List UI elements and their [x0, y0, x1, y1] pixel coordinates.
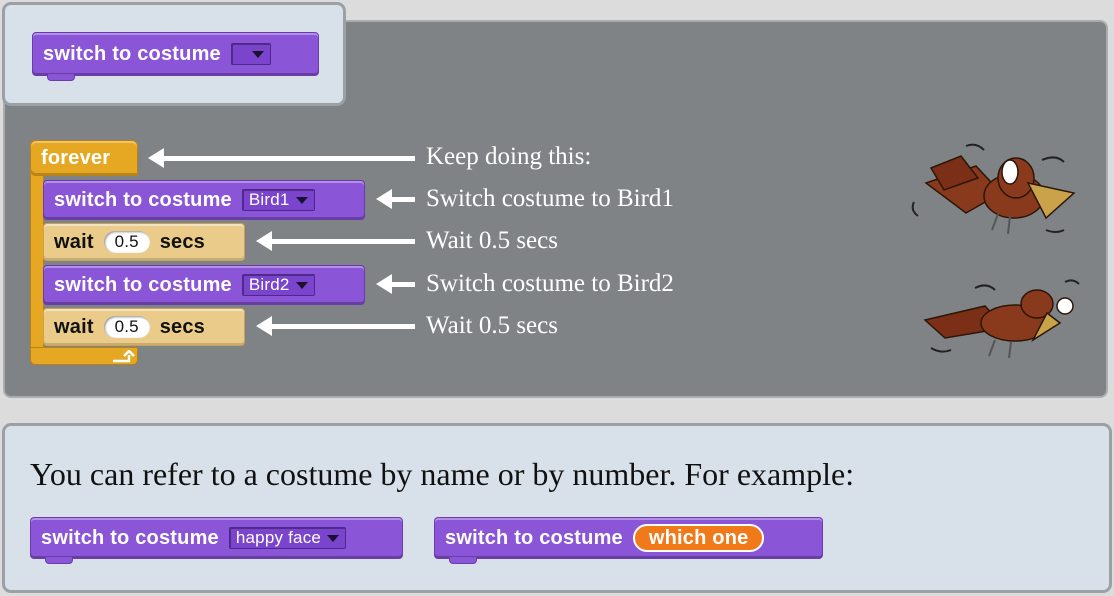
block-label: switch to costume — [41, 526, 219, 549]
block-notch — [45, 557, 73, 564]
forever-label: forever — [41, 146, 111, 169]
annotation-step1: Switch costume to Bird1 — [426, 185, 674, 212]
costume-dropdown[interactable] — [230, 43, 271, 65]
dropdown-arrow-icon — [251, 50, 264, 58]
forever-block[interactable]: forever — [30, 140, 138, 176]
annotation-step3: Switch costume to Bird2 — [426, 270, 674, 297]
switch-costume-bird2-block[interactable]: switch to costume Bird2 — [43, 265, 365, 305]
secs-label: secs — [159, 230, 205, 253]
block-label: switch to costume — [43, 42, 221, 65]
annotation-step4: Wait 0.5 secs — [426, 312, 558, 339]
dropdown-arrow-icon — [295, 281, 308, 289]
costume-dropdown-bird1[interactable]: Bird1 — [241, 189, 315, 211]
block-label: switch to costume — [445, 526, 623, 549]
bird1-costume-image — [911, 143, 1076, 235]
example-card: switch to costume — [2, 2, 346, 106]
secs-label: secs — [159, 315, 205, 338]
switch-costume-bird1-block[interactable]: switch to costume Bird1 — [43, 180, 365, 220]
annotation-forever: Keep doing this: — [426, 143, 592, 170]
which-one-reporter[interactable]: which one — [632, 524, 765, 552]
dropdown-arrow-icon — [327, 534, 340, 542]
wait-seconds-input[interactable]: 0.5 — [103, 316, 150, 338]
info-panel — [2, 423, 1112, 593]
bird2-costume-image — [923, 279, 1080, 359]
costume-dropdown-name[interactable]: happy face — [228, 527, 347, 549]
switch-costume-block-empty[interactable]: switch to costume — [32, 32, 319, 81]
forever-bottom — [30, 347, 138, 365]
wait-block-1[interactable]: wait 0.5 secs — [43, 223, 245, 261]
loop-arrow-icon — [113, 350, 135, 363]
dropdown-arrow-icon — [295, 196, 308, 204]
block-notch — [47, 74, 75, 81]
costume-description: You can refer to a costume by name or by… — [30, 456, 855, 492]
switch-costume-name-example[interactable]: switch to costume happy face — [30, 517, 403, 564]
block-label: switch to costume — [54, 188, 232, 211]
dropdown-value: Bird1 — [248, 190, 290, 209]
wait-block-2[interactable]: wait 0.5 secs — [43, 308, 245, 346]
switch-costume-reporter-example[interactable]: switch to costume which one — [434, 517, 823, 564]
block-label: switch to costume — [54, 273, 232, 296]
wait-label: wait — [54, 315, 94, 338]
wait-label: wait — [54, 230, 94, 253]
dropdown-value: happy face — [235, 528, 322, 547]
wait-seconds-input[interactable]: 0.5 — [103, 231, 150, 253]
annotation-step2: Wait 0.5 secs — [426, 227, 558, 254]
block-notch — [449, 557, 477, 564]
costume-dropdown-bird2[interactable]: Bird2 — [241, 274, 315, 296]
dropdown-value: Bird2 — [248, 275, 290, 294]
